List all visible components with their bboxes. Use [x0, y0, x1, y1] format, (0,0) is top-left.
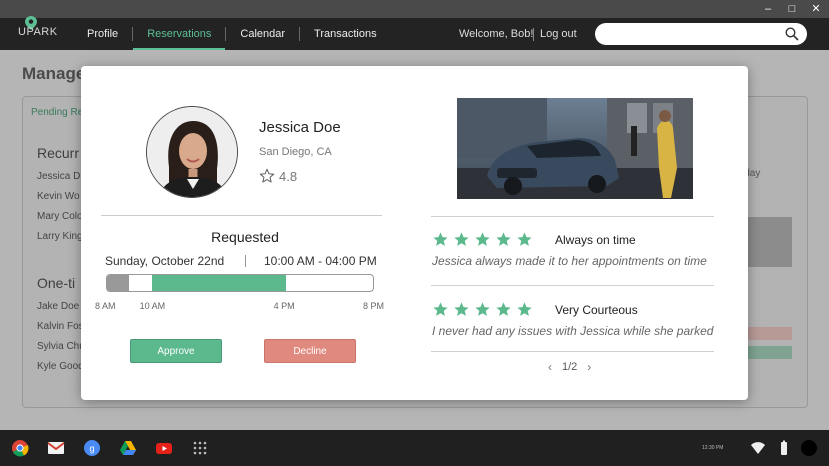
tab-profile[interactable]: Profile	[73, 18, 132, 50]
maximize-button[interactable]: □	[785, 1, 799, 17]
review-stars	[432, 301, 533, 318]
review-stars	[432, 231, 533, 248]
timeline-tick-label: 8 PM	[363, 301, 385, 311]
chevron-left-icon[interactable]: ‹	[548, 360, 552, 374]
google-plus-icon[interactable]: g	[83, 439, 101, 457]
list-item: Sylvia Chu	[37, 341, 85, 352]
list-item: Jessica D	[37, 171, 81, 182]
avatar	[146, 106, 238, 198]
account-avatar-icon[interactable]	[800, 439, 818, 457]
review-text: Jessica always made it to her appointmen…	[432, 254, 707, 268]
apps-grid-icon[interactable]	[191, 439, 209, 457]
reservation-timeline	[106, 274, 374, 292]
divider	[101, 215, 382, 216]
drive-icon[interactable]	[119, 439, 137, 457]
tab-transactions[interactable]: Transactions	[300, 18, 391, 50]
timeline-tick-label: 10 AM	[139, 301, 166, 311]
review-item: Very Courteous I never had any issues wi…	[432, 301, 717, 341]
star-filled-icon	[454, 232, 469, 246]
list-item: Kalvin Fos	[37, 321, 84, 332]
window-titlebar: – □ ✕	[0, 0, 829, 18]
list-item: Kyle Good	[37, 361, 84, 372]
star-filled-icon	[475, 302, 490, 316]
section-onetime: One-ti	[37, 275, 76, 291]
reservation-date: Sunday, October 22nd	[105, 254, 225, 268]
profile-location: San Diego, CA	[259, 146, 332, 158]
profile-name: Jessica Doe	[259, 119, 341, 136]
app-logo[interactable]: UPARK	[18, 26, 58, 38]
close-button[interactable]: ✕	[809, 1, 823, 17]
profile-rating: 4.8	[259, 168, 297, 184]
youtube-icon[interactable]	[155, 439, 173, 457]
divider	[245, 255, 246, 267]
star-filled-icon	[475, 232, 490, 246]
star-filled-icon	[517, 302, 532, 316]
star-outline-icon	[259, 168, 275, 183]
section-recurring: Recurr	[37, 145, 80, 161]
battery-icon[interactable]	[775, 439, 793, 457]
chrome-icon[interactable]	[11, 439, 29, 457]
tab-reservations[interactable]: Reservations	[133, 18, 226, 50]
star-filled-icon	[496, 232, 511, 246]
star-filled-icon	[517, 232, 532, 246]
request-status: Requested	[211, 229, 279, 245]
timeline-past-segment	[107, 275, 130, 291]
vehicle-photo	[457, 98, 693, 199]
list-item: Larry King	[37, 231, 83, 242]
list-item: Jake Doe	[37, 301, 80, 312]
star-filled-icon	[496, 302, 511, 316]
reservation-request-modal: Jessica Doe San Diego, CA 4.8 Requested …	[81, 66, 748, 400]
reservation-time: 10:00 AM - 04:00 PM	[264, 254, 377, 268]
car-photo-icon	[457, 98, 693, 199]
gmail-icon[interactable]	[47, 439, 65, 457]
timeline-tick-label: 4 PM	[273, 301, 295, 311]
review-pager: ‹ 1/2 ›	[548, 360, 591, 374]
rating-value: 4.8	[279, 168, 298, 184]
star-filled-icon	[433, 302, 448, 316]
tab-pending: Pending Re	[31, 107, 84, 118]
review-title: Very Courteous	[555, 303, 638, 317]
divider	[431, 216, 714, 217]
timeline-tick-label: 8 AM	[95, 301, 116, 311]
nav-divider	[533, 28, 534, 41]
star-filled-icon	[454, 302, 469, 316]
divider	[431, 285, 714, 286]
search-icon[interactable]	[785, 27, 799, 41]
minimize-button[interactable]: –	[761, 1, 775, 17]
list-item: Mary Colo	[37, 211, 83, 222]
list-item: Kevin Wo	[37, 191, 80, 202]
timeline-reserved-segment	[151, 275, 286, 291]
star-filled-icon	[433, 232, 448, 246]
svg-text:g: g	[89, 444, 94, 454]
app-navbar: UPARK Profile Reservations Calendar Tran…	[0, 16, 829, 50]
approve-button[interactable]: Approve	[130, 339, 222, 363]
page-title: Manage	[22, 64, 86, 83]
user-portrait-icon	[147, 107, 237, 197]
search-input[interactable]	[595, 23, 807, 45]
review-text: I never had any issues with Jessica whil…	[432, 324, 714, 338]
chevron-right-icon[interactable]: ›	[587, 360, 591, 374]
welcome-text: Welcome, Bob!	[459, 28, 534, 40]
review-title: Always on time	[555, 233, 636, 247]
decline-button[interactable]: Decline	[264, 339, 356, 363]
review-item: Always on time Jessica always made it to…	[432, 231, 717, 271]
page-indicator: 1/2	[562, 361, 578, 373]
wifi-icon[interactable]	[749, 439, 767, 457]
divider	[431, 351, 714, 352]
tab-calendar[interactable]: Calendar	[226, 18, 299, 50]
logout-link[interactable]: Log out	[540, 28, 577, 40]
os-taskbar: g 12:30 PM	[0, 430, 829, 466]
system-clock[interactable]: 12:30 PM	[702, 445, 723, 451]
